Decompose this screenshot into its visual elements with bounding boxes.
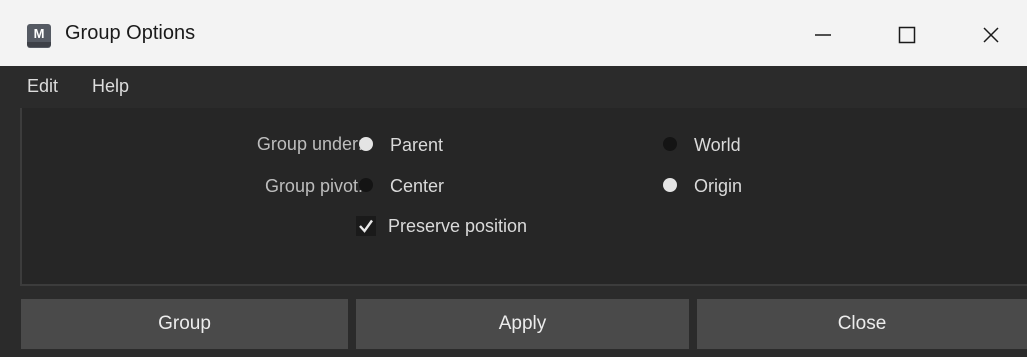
group-pivot-center-radio[interactable]: [359, 178, 373, 192]
minimize-icon: [815, 34, 831, 36]
preserve-position-label[interactable]: Preserve position: [388, 216, 527, 237]
maximize-button[interactable]: [884, 16, 930, 54]
maya-app-icon: M: [27, 24, 51, 48]
group-pivot-origin-label[interactable]: Origin: [694, 176, 742, 197]
group-options-window: M Group Options Edit Help Group under: P…: [0, 0, 1027, 357]
group-button[interactable]: Group: [21, 299, 348, 349]
group-pivot-center-label[interactable]: Center: [390, 176, 444, 197]
window-title: Group Options: [65, 22, 196, 44]
group-under-parent-label[interactable]: Parent: [390, 135, 443, 156]
close-button[interactable]: Close: [697, 299, 1027, 349]
preserve-position-checkbox[interactable]: [356, 216, 376, 236]
group-under-world-label[interactable]: World: [694, 135, 741, 156]
group-pivot-label: Group pivot:: [264, 176, 363, 196]
group-under-label: Group under:: [256, 134, 363, 154]
menu-bar: Edit Help: [0, 66, 1027, 106]
apply-button[interactable]: Apply: [356, 299, 689, 349]
window-close-button[interactable]: [968, 16, 1014, 54]
options-panel: Group under: Parent World Group pivot: C…: [20, 108, 1027, 286]
checkmark-icon: [359, 219, 373, 233]
app-icon-letter: M: [33, 26, 45, 41]
group-pivot-origin-radio[interactable]: [663, 178, 677, 192]
group-under-parent-radio[interactable]: [359, 137, 373, 151]
maximize-icon: [898, 26, 916, 44]
menu-help[interactable]: Help: [92, 76, 129, 97]
minimize-button[interactable]: [800, 16, 846, 54]
title-bar[interactable]: M Group Options: [0, 0, 1027, 66]
menu-edit[interactable]: Edit: [27, 76, 58, 97]
close-icon: [983, 27, 999, 43]
group-under-world-radio[interactable]: [663, 137, 677, 151]
